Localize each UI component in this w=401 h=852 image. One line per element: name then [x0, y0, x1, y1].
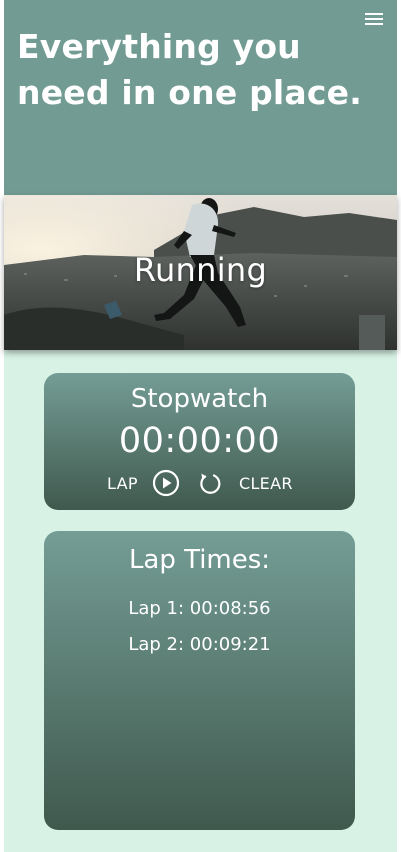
stopwatch-time: 00:00:00	[118, 421, 281, 461]
app-page: Everything you need in one place. Runnin…	[4, 0, 397, 852]
stopwatch-card: Stopwatch 00:00:00 LAP CLEAR	[44, 373, 355, 510]
hero-title: Running	[133, 251, 268, 289]
lap-times-card: Lap Times: Lap 1: 00:08:56 Lap 2: 00:09:…	[44, 531, 355, 830]
page-headline: Everything you need in one place.	[17, 27, 362, 112]
hero-banner: Running	[4, 195, 397, 350]
lap-time-item: Lap 2: 00:09:21	[128, 634, 271, 655]
lap-times-list: Lap 1: 00:08:56 Lap 2: 00:09:21	[44, 591, 355, 663]
stopwatch-title: Stopwatch	[130, 384, 269, 414]
play-circle-icon[interactable]	[152, 469, 180, 497]
site-header: Everything you need in one place.	[4, 0, 397, 195]
reset-arrow-icon[interactable]	[197, 470, 223, 496]
lap-times-title: Lap Times:	[128, 545, 271, 575]
stopwatch-controls: LAP CLEAR	[44, 469, 355, 497]
hamburger-menu-icon[interactable]	[365, 12, 385, 28]
lap-button[interactable]: LAP	[107, 474, 138, 493]
main-content: Stopwatch 00:00:00 LAP CLEAR Lap Times: …	[4, 350, 397, 852]
clear-button[interactable]: CLEAR	[239, 474, 293, 493]
lap-time-item: Lap 1: 00:08:56	[128, 598, 271, 619]
